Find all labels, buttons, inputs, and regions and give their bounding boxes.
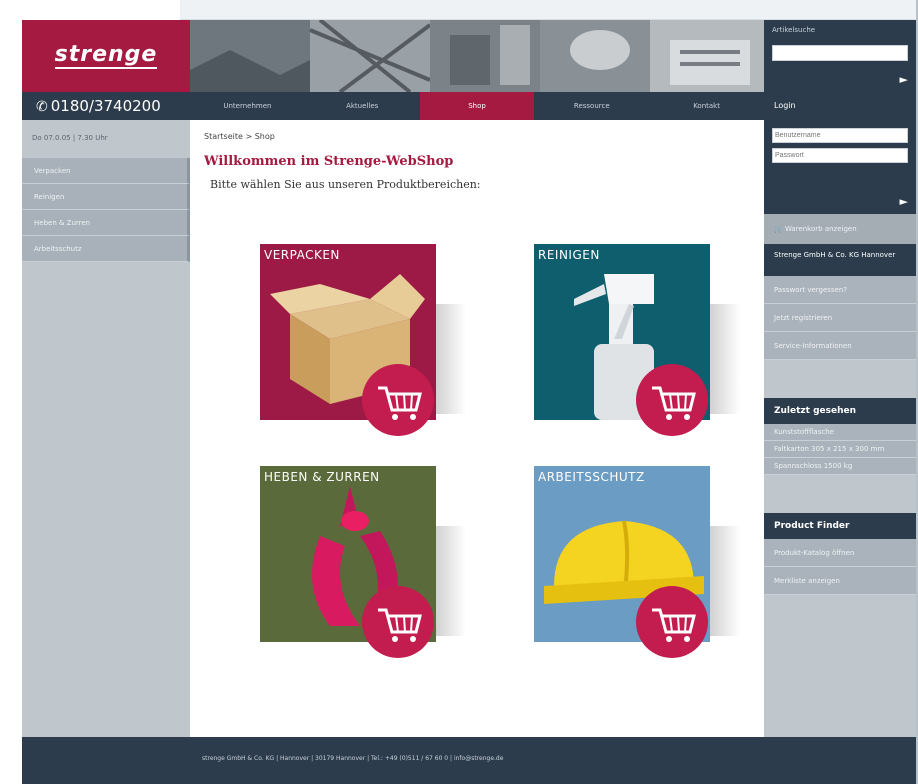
phone-icon: ✆: [36, 99, 48, 115]
shopping-cart-icon: [636, 364, 708, 436]
login-heading: Login: [764, 92, 918, 120]
basket-label: Warenkorb anzeigen: [784, 225, 857, 233]
category-label: HEBEN & ZURREN: [264, 470, 380, 484]
sidebar-item-verpacken[interactable]: Verpacken: [22, 158, 190, 184]
shopping-cart-icon: [362, 586, 434, 658]
category-tile-arbeitsschutz[interactable]: ARBEITSSCHUTZ: [534, 466, 744, 658]
main-content: Startseite > Shop Willkommen im Strenge-…: [190, 120, 764, 737]
category-label: REINIGEN: [538, 248, 600, 262]
left-sidebar: Do 07.0.05 | 7.30 Uhr Verpacken Reinigen…: [22, 120, 190, 737]
breadcrumb: Startseite > Shop: [204, 132, 275, 141]
forgot-password-link[interactable]: Passwort vergessen?: [764, 276, 918, 304]
basket-icon: 🛒: [774, 225, 783, 233]
phone-text: 0180/3740200: [50, 97, 161, 115]
tab-kontakt[interactable]: Kontakt: [649, 92, 764, 120]
category-tile-heben-zurren[interactable]: HEBEN & ZURREN: [260, 466, 470, 658]
register-link[interactable]: Jetzt registrieren: [764, 304, 918, 332]
tile-shadow: [710, 526, 740, 636]
tile-shadow: [710, 304, 740, 414]
sidebar-item-arbeitsschutz[interactable]: Arbeitsschutz: [22, 236, 190, 262]
product-finder-title: Product Finder: [764, 513, 918, 539]
category-tile-reinigen[interactable]: REINIGEN: [534, 244, 744, 436]
sidebar-item-reinigen[interactable]: Reinigen: [22, 184, 190, 210]
date-display: Do 07.0.05 | 7.30 Uhr: [32, 134, 108, 142]
top-margin: [0, 0, 918, 20]
login-form: ►: [764, 120, 918, 214]
tab-shop[interactable]: Shop: [419, 92, 535, 120]
recently-viewed-item[interactable]: Spannschloss 1500 kg: [764, 458, 918, 475]
page-title: Willkommen im Strenge-WebShop: [204, 154, 454, 169]
company-name: Strenge GmbH & Co. KG Hannover: [764, 244, 918, 276]
tab-aktuelles[interactable]: Aktuelles: [305, 92, 420, 120]
search-input[interactable]: [772, 44, 908, 61]
banner-photo-collage: [190, 20, 764, 92]
tile-shadow: [436, 304, 466, 414]
tile-shadow: [436, 526, 466, 636]
username-field[interactable]: [772, 128, 908, 143]
category-label: ARBEITSSCHUTZ: [538, 470, 645, 484]
tab-ressource[interactable]: Ressource: [534, 92, 649, 120]
tab-unternehmen[interactable]: Unternehmen: [190, 92, 305, 120]
top-strip: [180, 0, 918, 20]
catalog-link[interactable]: Produkt-Katalog öffnen: [764, 539, 918, 567]
login-submit-icon[interactable]: ►: [900, 195, 908, 208]
recently-viewed-item[interactable]: Kunststoffflasche: [764, 424, 918, 441]
footer: strenge GmbH & Co. KG | Hannover | 30179…: [22, 737, 918, 784]
header-banner: [190, 20, 764, 92]
sidebar-item-heben-zurren[interactable]: Heben & Zurren: [22, 210, 190, 236]
intro-text: Bitte wählen Sie aus unseren Produktbere…: [210, 178, 481, 191]
password-field[interactable]: [772, 148, 908, 163]
phone-number: ✆ 0180/3740200: [22, 92, 190, 120]
shopping-cart-icon: [362, 364, 434, 436]
right-sidebar: ► 🛒 Warenkorb anzeigen Strenge GmbH & Co…: [764, 120, 918, 737]
page-frame: strenge Artikelsuche ► ✆ 0180/3740200 Unt…: [22, 20, 918, 784]
search-box: Artikelsuche ►: [764, 20, 918, 92]
recently-viewed-title: Zuletzt gesehen: [764, 398, 918, 424]
watchlist-link[interactable]: Merkliste anzeigen: [764, 567, 918, 595]
recently-viewed-item[interactable]: Faltkarton 305 x 215 x 300 mm: [764, 441, 918, 458]
shopping-cart-icon: [636, 586, 708, 658]
logo[interactable]: strenge: [22, 20, 190, 92]
category-label: VERPACKEN: [264, 248, 340, 262]
category-tile-verpacken[interactable]: VERPACKEN: [260, 244, 470, 436]
main-nav: Unternehmen Aktuelles Shop Ressource Kon…: [190, 92, 764, 120]
search-label: Artikelsuche: [772, 26, 816, 34]
basket-button[interactable]: 🛒 Warenkorb anzeigen: [764, 214, 918, 244]
search-submit-icon[interactable]: ►: [900, 73, 908, 86]
logo-text: strenge: [54, 42, 158, 69]
footer-text: strenge GmbH & Co. KG | Hannover | 30179…: [202, 755, 504, 762]
service-info-link[interactable]: Service-Informationen: [764, 332, 918, 360]
